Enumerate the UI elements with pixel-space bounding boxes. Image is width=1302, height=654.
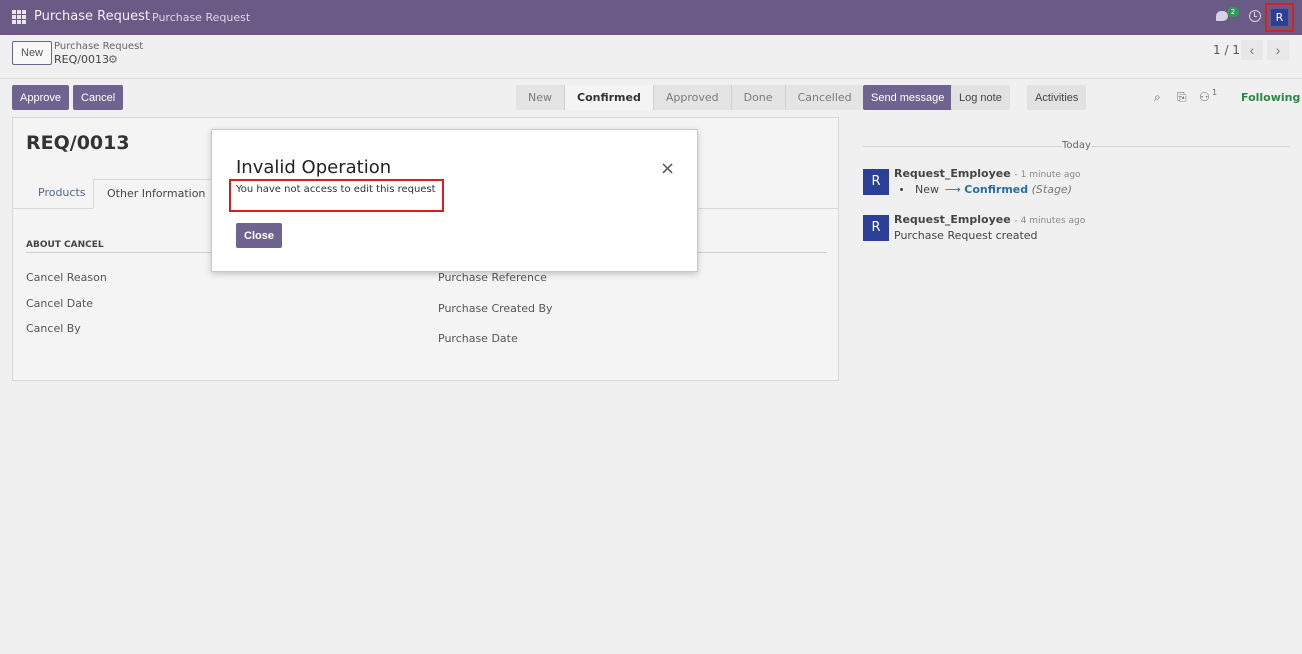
cancel-button[interactable]: Cancel <box>73 85 124 110</box>
message-count-badge: 2 <box>1227 7 1239 17</box>
tracking-new-value: Confirmed <box>964 183 1029 196</box>
pager-previous-button[interactable]: ‹ <box>1241 40 1263 60</box>
activity-clock-icon[interactable] <box>1249 10 1261 22</box>
invalid-operation-dialog: Invalid Operation × You have not access … <box>211 129 698 272</box>
pager-next-button[interactable]: › <box>1267 40 1289 60</box>
stage-new[interactable]: New <box>516 85 565 110</box>
breadcrumb-current: REQ/0013 <box>54 53 109 66</box>
gear-icon[interactable]: ⚙ <box>108 53 118 66</box>
bullet-icon <box>900 187 903 191</box>
app-name[interactable]: Purchase Request <box>34 9 150 24</box>
close-button[interactable]: Close <box>236 223 282 248</box>
user-avatar-highlight: R <box>1265 3 1294 32</box>
nav-menu-purchase-request[interactable]: Purchase Request <box>152 11 250 24</box>
field-label-purchase-date: Purchase Date <box>438 332 518 345</box>
message-avatar[interactable]: R <box>863 169 889 195</box>
stage-approved[interactable]: Approved <box>653 85 732 110</box>
tab-products[interactable]: Products <box>25 179 99 209</box>
message-tracking-line: New ⟶ Confirmed (Stage) <box>894 183 1072 196</box>
field-label-cancel-date: Cancel Date <box>26 297 94 310</box>
top-navbar: Purchase Request Purchase Request 2 R <box>0 0 1302 35</box>
message-time: - 4 minutes ago <box>1014 216 1086 226</box>
new-button[interactable]: New <box>12 41 53 65</box>
breadcrumb-parent[interactable]: Purchase Request <box>54 41 143 52</box>
log-note-button[interactable]: Log note <box>951 85 1010 110</box>
app-grid-icon[interactable] <box>12 10 26 24</box>
followers-icon[interactable]: ⚇ <box>1199 90 1210 104</box>
message-author-line: Request_Employee - 1 minute ago <box>894 167 1081 180</box>
close-icon[interactable]: × <box>660 160 675 178</box>
arrow-right-icon: ⟶ <box>945 183 961 196</box>
stage-cancelled[interactable]: Cancelled <box>785 85 865 110</box>
record-title: REQ/0013 <box>26 132 130 154</box>
following-status[interactable]: Following <box>1241 91 1300 104</box>
approve-button[interactable]: Approve <box>12 85 69 110</box>
stage-confirmed[interactable]: Confirmed <box>565 85 654 110</box>
search-icon[interactable]: ⌕ <box>1154 90 1161 105</box>
message-author[interactable]: Request_Employee <box>894 213 1011 226</box>
stage-bar: New Confirmed Approved Done Cancelled <box>516 85 865 110</box>
message-body: Purchase Request created <box>894 229 1038 242</box>
tracking-old-value: New <box>915 183 939 196</box>
field-label-cancel-reason: Cancel Reason <box>26 271 107 284</box>
dialog-title: Invalid Operation <box>236 157 392 178</box>
activities-button[interactable]: Activities <box>1027 85 1087 110</box>
group-title-about-cancel: ABOUT CANCEL <box>26 240 104 250</box>
field-label-cancel-by: Cancel By <box>26 322 81 335</box>
stage-done[interactable]: Done <box>731 85 786 110</box>
field-label-purchase-created-by: Purchase Created By <box>438 302 553 315</box>
field-label-purchase-reference: Purchase Reference <box>438 271 547 284</box>
tab-other-information[interactable]: Other Information <box>93 179 220 209</box>
message-avatar[interactable]: R <box>863 215 889 241</box>
message-time: - 1 minute ago <box>1014 170 1081 180</box>
pager-value[interactable]: 1 / 1 <box>1213 43 1240 57</box>
tracking-field-name: (Stage) <box>1031 183 1072 196</box>
dialog-message: You have not access to edit this request <box>236 184 436 195</box>
message-author[interactable]: Request_Employee <box>894 167 1011 180</box>
send-message-button[interactable]: Send message <box>863 85 953 110</box>
message-author-line: Request_Employee - 4 minutes ago <box>894 213 1085 226</box>
user-avatar[interactable]: R <box>1271 9 1288 26</box>
control-panel: New Purchase Request REQ/0013 ⚙ 1 / 1 ‹ … <box>0 35 1302 79</box>
date-separator: Today <box>1062 140 1091 151</box>
followers-count: 1 <box>1212 88 1218 97</box>
attachment-icon[interactable]: ⎘ <box>1177 90 1187 105</box>
